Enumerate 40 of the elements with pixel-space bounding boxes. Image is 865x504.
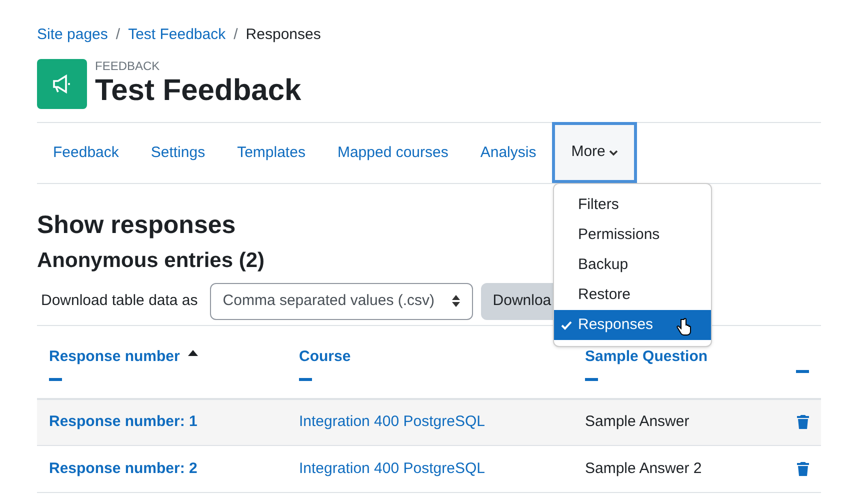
table-link[interactable]: Integration 400 PostgreSQL xyxy=(299,413,485,430)
section-subheading: Anonymous entries (2) xyxy=(37,248,265,274)
breadcrumb-separator: / xyxy=(234,24,238,45)
nav-tab[interactable]: Feedback xyxy=(37,123,135,183)
select-arrows-icon xyxy=(452,295,460,307)
download-label: Download table data as xyxy=(41,290,198,311)
nav-tab[interactable]: Analysis xyxy=(464,123,552,183)
trash-icon[interactable] xyxy=(797,462,809,476)
menu-item[interactable]: Filters xyxy=(554,190,711,220)
breadcrumb-current: Responses xyxy=(246,24,321,45)
table-link[interactable]: Integration 400 PostgreSQL xyxy=(299,460,485,477)
collapse-column-icon[interactable] xyxy=(299,378,312,380)
breadcrumb-link[interactable]: Test Feedback xyxy=(128,24,226,46)
breadcrumb-separator: / xyxy=(116,24,120,45)
trash-icon[interactable] xyxy=(797,415,809,430)
megaphone-icon xyxy=(37,59,87,109)
column-header-link[interactable]: Course xyxy=(299,348,351,365)
page-title: Test Feedback xyxy=(95,73,302,109)
format-select[interactable]: Comma separated values (.csv) xyxy=(210,282,473,320)
section-heading: Show responses xyxy=(37,210,236,240)
nav-tab[interactable]: Mapped courses xyxy=(321,123,464,183)
table-cell: Sample Answer xyxy=(585,413,690,430)
table-cell: Sample Answer 2 xyxy=(585,460,702,477)
nav-tab[interactable]: Settings xyxy=(134,123,222,183)
chevron-down-icon xyxy=(609,150,618,156)
hand-cursor-icon xyxy=(676,318,692,336)
activity-type-label: FEEDBACK xyxy=(95,59,161,73)
menu-item[interactable]: Responses xyxy=(554,310,711,340)
nav-tab[interactable]: Templates xyxy=(221,123,322,183)
response-link[interactable]: Response number: 2 xyxy=(49,460,198,477)
column-header-link[interactable]: Sample Question xyxy=(585,348,708,365)
checkmark-icon xyxy=(561,320,572,330)
menu-item[interactable]: Permissions xyxy=(554,220,711,250)
more-menu-tab[interactable]: More xyxy=(552,122,638,183)
collapse-column-icon[interactable] xyxy=(49,378,62,380)
column-header-link[interactable]: Response number xyxy=(49,348,180,365)
response-link[interactable]: Response number: 1 xyxy=(49,413,198,430)
menu-item[interactable]: Backup xyxy=(554,250,711,280)
breadcrumb-link[interactable]: Site pages xyxy=(37,24,108,46)
collapse-column-icon[interactable] xyxy=(585,378,598,380)
